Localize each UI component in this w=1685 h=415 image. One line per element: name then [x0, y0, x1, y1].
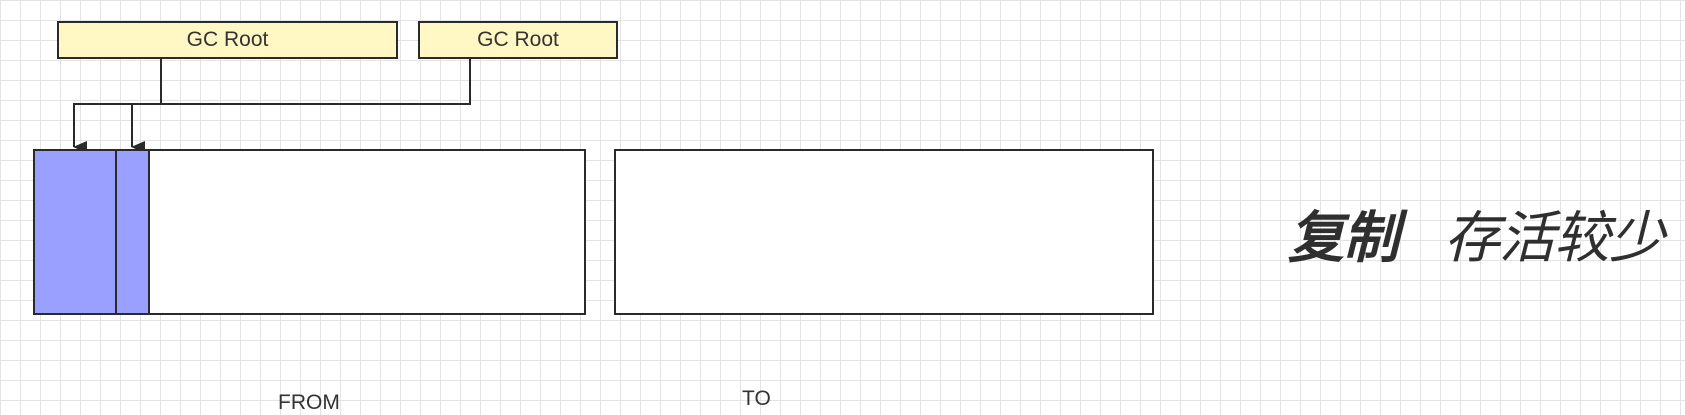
diagram-canvas: GC Root GC Root FROM TO 复制 存活较少 [0, 0, 1685, 414]
annotation-title: 复制 存活较少 [1288, 198, 1665, 269]
gc-root-box: GC Root [57, 21, 398, 59]
to-label: TO [742, 387, 771, 410]
to-space [614, 149, 1154, 315]
connector-root-2 [131, 59, 471, 153]
live-object [35, 151, 117, 313]
connector-root-1 [73, 59, 162, 153]
annotation-title-bold: 复制 [1288, 205, 1399, 269]
gc-root-label: GC Root [477, 28, 559, 51]
live-object [117, 151, 150, 313]
from-label: FROM [278, 391, 340, 414]
gc-root-box: GC Root [418, 21, 618, 59]
annotation-subtitle: 存活较少 [1444, 205, 1665, 269]
from-space [33, 149, 586, 315]
gc-root-label: GC Root [186, 28, 269, 51]
